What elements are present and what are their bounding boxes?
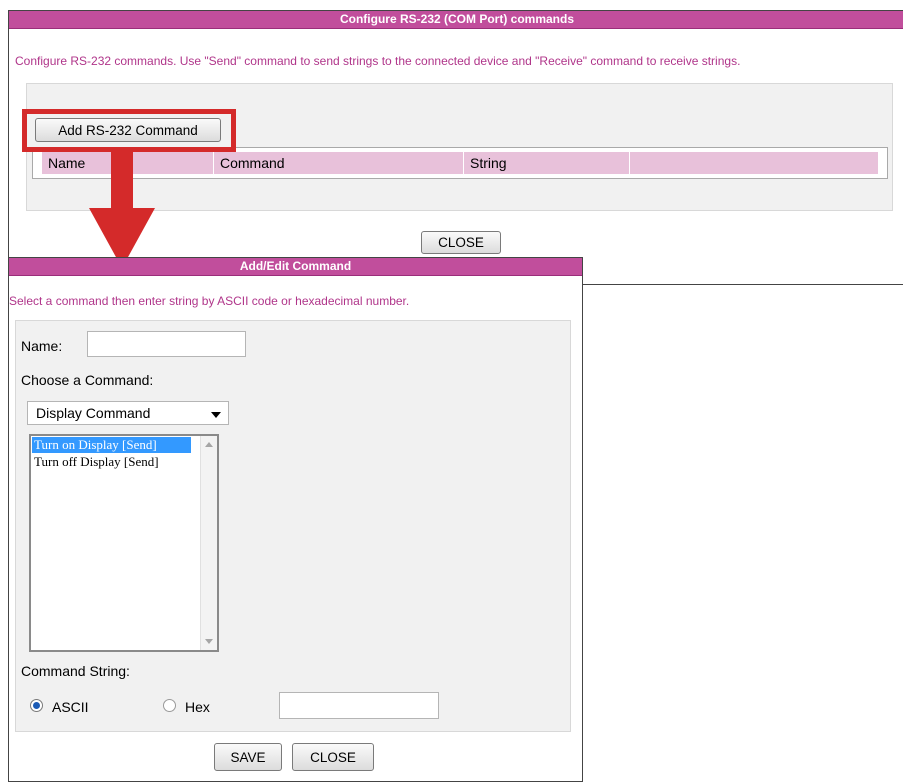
command-select-value: Display Command bbox=[36, 405, 151, 421]
highlight-annotation-box bbox=[22, 109, 236, 152]
chevron-down-icon bbox=[211, 412, 221, 418]
arrow-down-annotation-icon bbox=[89, 150, 155, 268]
hex-radio[interactable] bbox=[163, 699, 176, 712]
ascii-radio-label[interactable]: ASCII bbox=[52, 699, 89, 715]
save-button[interactable]: SAVE bbox=[214, 743, 282, 771]
scroll-down-icon[interactable] bbox=[205, 639, 213, 644]
scroll-up-icon[interactable] bbox=[205, 442, 213, 447]
config-close-button[interactable]: CLOSE bbox=[421, 231, 501, 254]
name-label: Name: bbox=[21, 338, 63, 354]
listbox-scrollbar[interactable] bbox=[200, 436, 217, 650]
edit-close-button[interactable]: CLOSE bbox=[292, 743, 374, 771]
command-list-item-label: Turn on Display [Send] bbox=[34, 437, 157, 452]
column-header-command: Command bbox=[214, 152, 464, 174]
command-list-item-label: Turn off Display [Send] bbox=[34, 454, 159, 469]
command-listbox[interactable]: Turn on Display [Send] Turn off Display … bbox=[29, 434, 219, 652]
add-edit-command-window: Add/Edit Command Select a command then e… bbox=[8, 257, 583, 782]
ascii-radio[interactable] bbox=[30, 699, 43, 712]
hex-radio-label[interactable]: Hex bbox=[185, 699, 210, 715]
edit-window-title: Add/Edit Command bbox=[9, 258, 582, 276]
column-header-string: String bbox=[464, 152, 630, 174]
command-select[interactable]: Display Command bbox=[27, 401, 229, 425]
command-list-item-selected[interactable]: Turn on Display [Send] bbox=[32, 437, 191, 453]
choose-command-label: Choose a Command: bbox=[21, 372, 154, 388]
command-string-input[interactable] bbox=[279, 692, 439, 719]
config-window-description: Configure RS-232 commands. Use "Send" co… bbox=[15, 54, 741, 68]
command-string-label: Command String: bbox=[21, 663, 130, 679]
column-header-actions bbox=[630, 152, 878, 174]
config-window-title: Configure RS-232 (COM Port) commands bbox=[9, 11, 903, 29]
command-list-item[interactable]: Turn off Display [Send] bbox=[32, 454, 159, 470]
edit-window-description: Select a command then enter string by AS… bbox=[9, 294, 410, 308]
name-input[interactable] bbox=[87, 331, 246, 357]
